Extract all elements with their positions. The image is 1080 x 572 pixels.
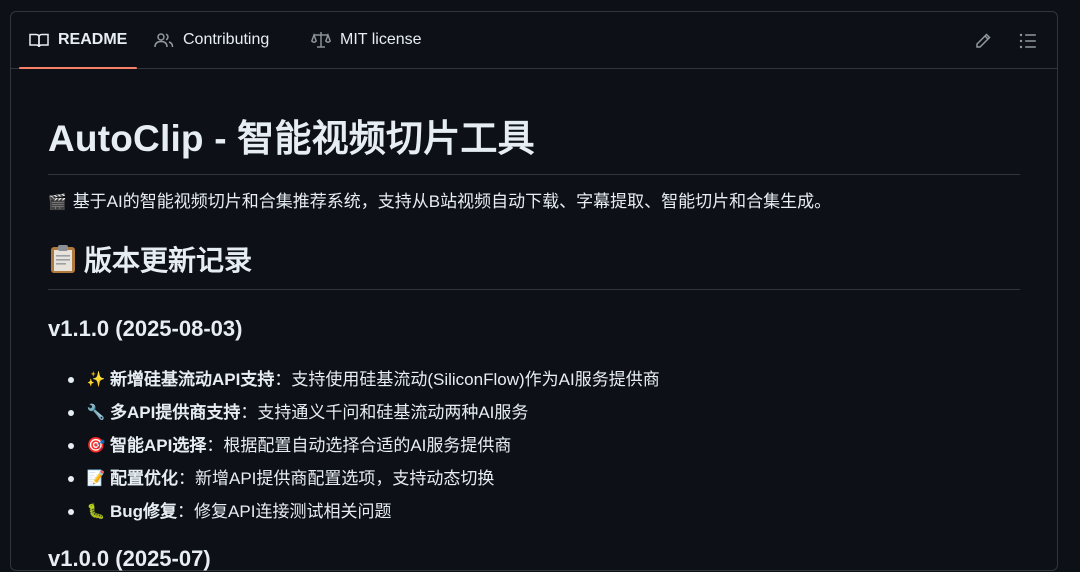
clipboard-icon (48, 244, 78, 274)
outline-list-icon[interactable] (1018, 31, 1038, 51)
list-item: 📝 配置优化：新增API提供商配置选项，支持动态切换 (68, 462, 660, 495)
page-title: AutoClip - 智能视频切片工具 (48, 108, 1020, 175)
item-bold: 新增硅基流动API支持 (110, 370, 275, 389)
changelog-heading-text: 版本更新记录 (84, 245, 253, 276)
sparkles-emoji: ✨ (86, 371, 106, 388)
next-version-heading: v1.0.0 (2025-07) (48, 546, 211, 571)
changelog-heading: 版本更新记录 (48, 239, 1020, 290)
memo-emoji: 📝 (86, 470, 106, 487)
item-bold: 配置优化 (110, 469, 178, 488)
changelog-list: ✨ 新增硅基流动API支持：支持使用硅基流动(SiliconFlow)作为AI服务… (68, 363, 660, 528)
item-bold: 多API提供商支持 (110, 403, 241, 422)
item-sep: ： (240, 403, 258, 422)
list-item: 🔧 多API提供商支持：支持通义千问和硅基流动两种AI服务 (68, 396, 660, 429)
bug-emoji: 🐛 (86, 503, 106, 520)
tab-readme-label: README (58, 31, 128, 48)
bullet-dot (68, 409, 74, 416)
clapper-emoji: 🎬 (48, 194, 67, 211)
wrench-emoji: 🔧 (86, 404, 106, 421)
intro-text: 基于AI的智能视频切片和合集推荐系统，支持从B站视频自动下载、字幕提取、智能切片… (72, 192, 832, 211)
readme-tabbar: README Contributing MIT license (11, 12, 1057, 69)
item-sep: ： (177, 502, 195, 521)
list-item: 🐛 Bug修复：修复API连接测试相关问题 (68, 495, 660, 528)
item-sep: ： (178, 469, 195, 488)
book-icon (29, 32, 49, 48)
tab-contributing[interactable]: Contributing (154, 12, 269, 68)
tab-mit-license-label: MIT license (340, 31, 422, 48)
edit-icon[interactable] (973, 31, 993, 51)
item-text: 新增API提供商配置选项，支持动态切换 (195, 469, 495, 488)
item-sep: ： (274, 370, 292, 389)
item-bold: 智能API选择 (110, 436, 207, 455)
people-icon (154, 32, 174, 48)
list-item: ✨ 新增硅基流动API支持：支持使用硅基流动(SiliconFlow)作为AI服务… (68, 363, 660, 396)
version-heading: v1.1.0 (2025-08-03) (48, 316, 243, 341)
item-text: 支持通义千问和硅基流动两种AI服务 (257, 403, 529, 422)
item-text: 支持使用硅基流动(SiliconFlow)作为AI服务提供商 (291, 370, 660, 389)
tab-mit-license[interactable]: MIT license (311, 12, 422, 68)
bullet-dot (68, 376, 74, 383)
tab-readme[interactable]: README (18, 12, 138, 69)
bullet-dot (68, 508, 74, 515)
item-bold: Bug修复 (110, 502, 178, 521)
intro-paragraph: 🎬 基于AI的智能视频切片和合集推荐系统，支持从B站视频自动下载、字幕提取、智能切… (48, 187, 831, 212)
bullet-dot (68, 475, 74, 482)
item-text: 根据配置自动选择合适的AI服务提供商 (223, 436, 512, 455)
item-text: 修复API连接测试相关问题 (194, 502, 392, 521)
item-sep: ： (206, 436, 224, 455)
list-item: 🎯 智能API选择：根据配置自动选择合适的AI服务提供商 (68, 429, 660, 462)
readme-panel: README Contributing MIT license AutoClip… (10, 11, 1058, 571)
bullet-dot (68, 442, 74, 449)
tab-contributing-label: Contributing (183, 31, 270, 48)
target-emoji: 🎯 (86, 437, 106, 454)
law-icon (311, 31, 331, 49)
